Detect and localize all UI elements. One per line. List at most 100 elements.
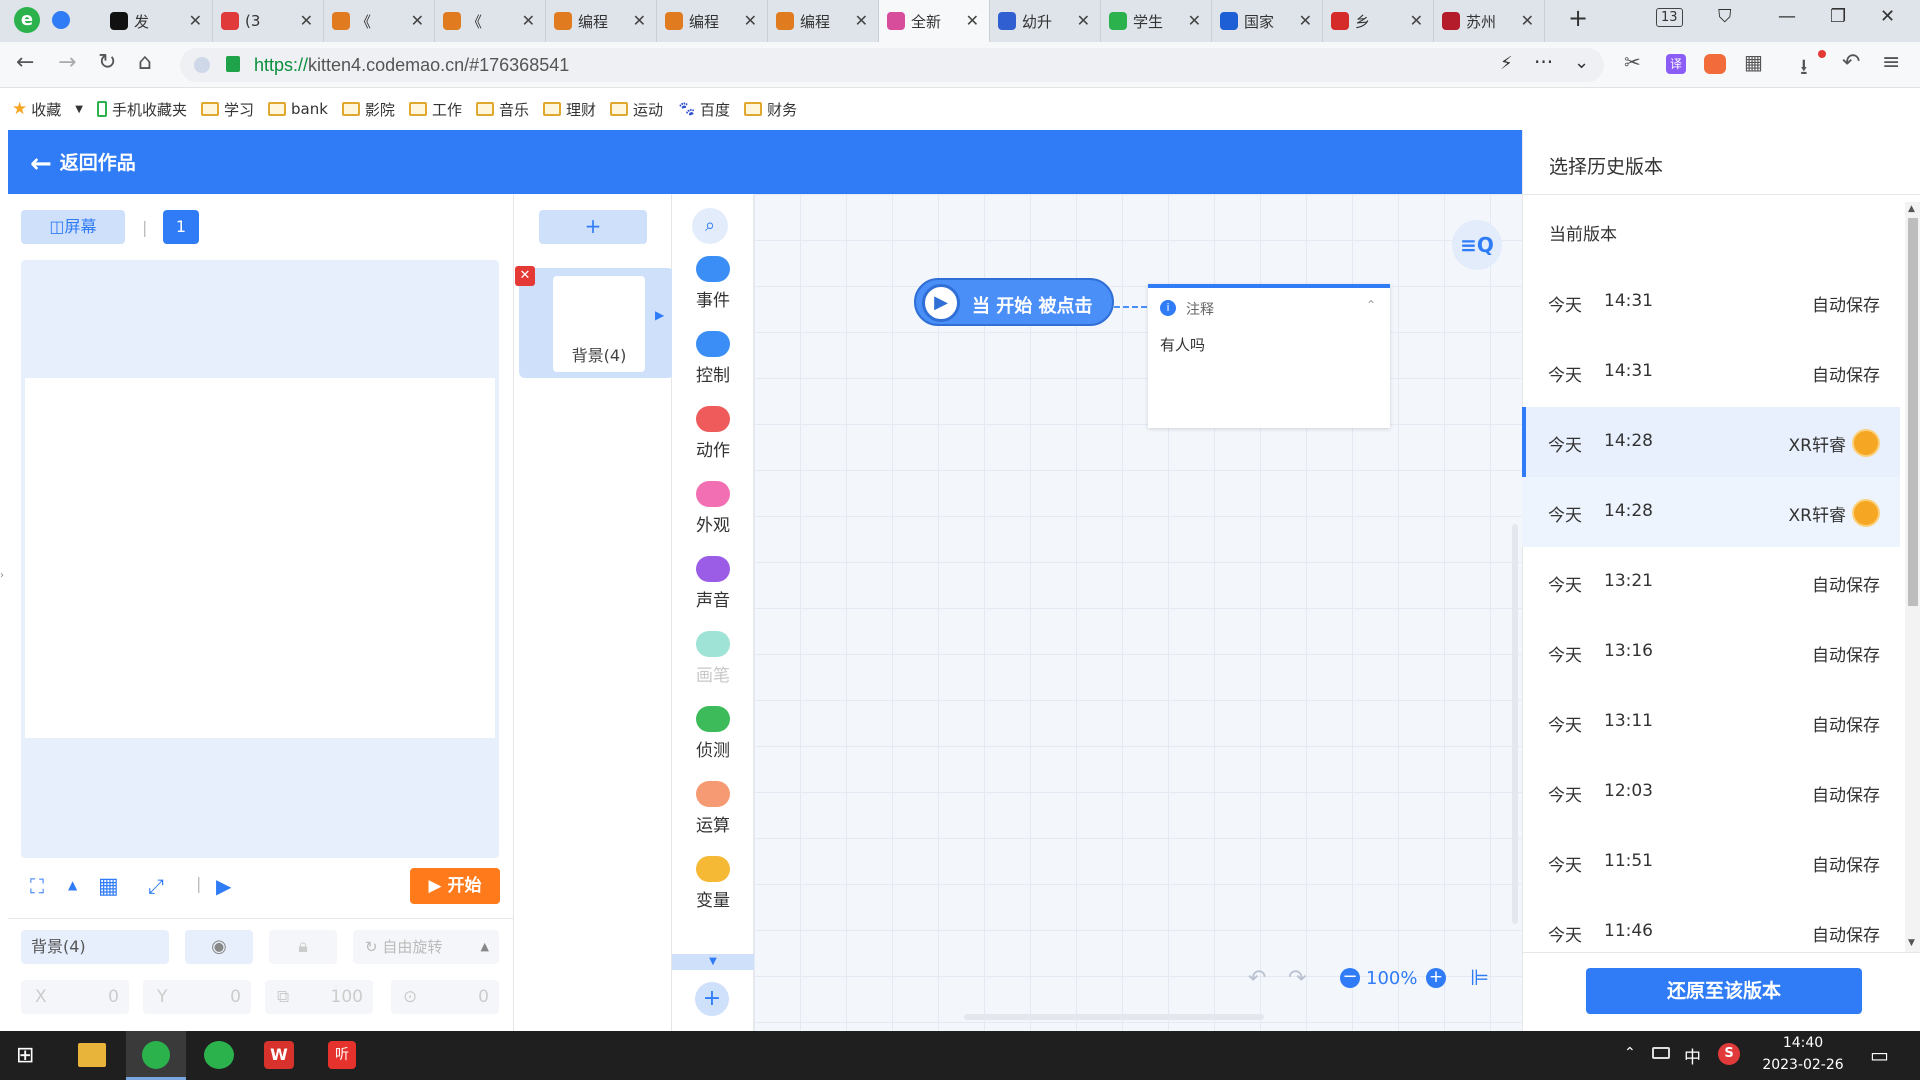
browser-tab[interactable]: 学生 ✕ [1101, 0, 1212, 42]
vertical-scrollbar[interactable] [1512, 524, 1518, 924]
tab-close-icon[interactable]: ✕ [1410, 11, 1423, 30]
bookmark-item[interactable]: 理财 [542, 99, 596, 120]
download-icon[interactable]: ⭳ [1800, 50, 1808, 88]
version-item[interactable]: 今天 14:31 自动保存 [1522, 337, 1900, 407]
tab-close-icon[interactable]: ✕ [1077, 11, 1090, 30]
browser-tab[interactable]: (3 ✕ [213, 0, 324, 42]
start-event-block[interactable]: ▶ 当 开始 被点击 [914, 278, 1114, 326]
category-item[interactable]: 运算 [672, 781, 754, 836]
screen-button[interactable]: ◫屏幕 [21, 210, 125, 244]
x-field[interactable]: X0 [21, 980, 129, 1014]
restore-version-button[interactable]: 还原至该版本 [1586, 968, 1862, 1014]
bookmark-item[interactable]: 学习 [200, 99, 254, 120]
horizontal-scrollbar[interactable] [964, 1014, 1264, 1020]
tab-close-icon[interactable]: ✕ [744, 11, 757, 30]
code-workspace[interactable]: ▶ 当 开始 被点击 i 注释 ⌃ 有人吗 ≡Q ↶ ↷ − 100% + ⊫ [754, 194, 1522, 1031]
tab-close-icon[interactable]: ✕ [1521, 11, 1534, 30]
visibility-eye-icon[interactable]: ◉ [185, 930, 253, 964]
tab-close-icon[interactable]: ✕ [633, 11, 646, 30]
browser-tab[interactable]: 发 ✕ [102, 0, 213, 42]
category-item[interactable]: 控制 [672, 331, 754, 386]
tray-chevron-icon[interactable]: ⌃ [1624, 1045, 1636, 1061]
forward-icon[interactable]: → [58, 50, 76, 75]
category-item[interactable]: 声音 [672, 556, 754, 611]
tab-count-badge[interactable]: 13 [1656, 8, 1683, 27]
search-icon[interactable]: ⌕ [692, 208, 728, 244]
category-item[interactable]: 外观 [672, 481, 754, 536]
bookmark-item[interactable]: 财务 [744, 99, 797, 120]
apps-icon[interactable]: ▦ [1744, 50, 1763, 74]
reload-icon[interactable]: ↻ [98, 50, 116, 75]
version-item[interactable]: 今天 14:31 自动保存 [1522, 267, 1900, 337]
tab-close-icon[interactable]: ✕ [300, 11, 313, 30]
comment-card[interactable]: i 注释 ⌃ 有人吗 [1148, 284, 1390, 428]
clock-date[interactable]: 2023-02-26 [1758, 1057, 1848, 1073]
tab-close-icon[interactable]: ✕ [522, 11, 535, 30]
browser-tab[interactable]: 《 ✕ [435, 0, 546, 42]
add-sprite-button[interactable]: + [539, 210, 647, 244]
history-scrollbar[interactable]: ▲ ▼ [1905, 202, 1920, 952]
delete-icon[interactable]: ✕ [515, 266, 535, 286]
category-item[interactable]: 侦测 [672, 706, 754, 761]
more-icon[interactable]: ··· [1534, 50, 1553, 74]
sogou-icon[interactable]: S [1718, 1043, 1740, 1065]
tab-close-icon[interactable]: ✕ [189, 11, 202, 30]
collapse-handle[interactable]: › [0, 570, 4, 582]
lock-toggle-icon[interactable]: 🔒︎ [269, 930, 337, 964]
triangle-up-icon[interactable]: ▲ [68, 878, 77, 892]
tab-close-icon[interactable]: ✕ [1188, 11, 1201, 30]
version-item[interactable]: 今天 14:28 XR轩睿 [1522, 407, 1900, 477]
screen-number-tab[interactable]: 1 [163, 210, 199, 244]
undo-icon[interactable]: ↶ [1842, 50, 1860, 75]
windows-start-icon[interactable]: ⊞ [16, 1043, 34, 1068]
scrollbar-thumb[interactable] [1908, 218, 1918, 606]
version-item[interactable]: 今天 13:11 自动保存 [1522, 687, 1900, 757]
category-item[interactable]: 动作 [672, 406, 754, 461]
bookmark-item[interactable]: ★ 收藏 ▼ [12, 99, 83, 120]
shirt-icon[interactable]: ⛉ [1718, 6, 1732, 27]
background-thumbnail[interactable]: 背景(4) ▶ [519, 268, 674, 378]
notification-icon[interactable]: ▭ [1870, 1043, 1889, 1067]
sprite-name-field[interactable]: 背景(4) [21, 930, 169, 964]
comment-body[interactable]: 有人吗 [1160, 334, 1205, 355]
back-to-works-link[interactable]: ← 返回作品 [30, 148, 136, 179]
tab-close-icon[interactable]: ✕ [966, 11, 979, 30]
ime-indicator[interactable]: 中 [1684, 1043, 1701, 1068]
wps-icon[interactable]: W [264, 1041, 294, 1069]
category-item[interactable]: 画笔 [672, 631, 754, 686]
close-window-button[interactable]: ✕ [1880, 6, 1895, 27]
ting-app-icon[interactable]: 听 [328, 1041, 356, 1069]
clock-time[interactable]: 14:40 [1758, 1035, 1848, 1051]
scroll-down-icon[interactable]: ▼ [1908, 938, 1915, 948]
tab-close-icon[interactable]: ✕ [1299, 11, 1312, 30]
scroll-down-indicator[interactable]: ▼ [672, 954, 754, 970]
url-field[interactable]: https://kitten4.codemao.cn/#176368541 ⚡ … [180, 48, 1604, 82]
zoom-out-button[interactable]: − [1340, 968, 1360, 988]
menu-icon[interactable]: ≡ [1882, 50, 1900, 75]
bookmark-item[interactable]: 音乐 [475, 99, 529, 120]
battery-icon[interactable] [1652, 1047, 1670, 1059]
back-icon[interactable]: ← [16, 50, 34, 75]
tab-close-icon[interactable]: ✕ [855, 11, 868, 30]
undo-icon[interactable]: ↶ [1248, 966, 1266, 991]
game-icon[interactable] [1704, 54, 1726, 74]
home-icon[interactable]: ⌂ [138, 50, 152, 75]
align-blocks-icon[interactable]: ⊫ [1470, 966, 1489, 991]
version-item[interactable]: 今天 13:21 自动保存 [1522, 547, 1900, 617]
zoom-in-button[interactable]: + [1426, 968, 1446, 988]
browser-tab[interactable]: 《 ✕ [324, 0, 435, 42]
browser-tab[interactable]: 编程 ✕ [657, 0, 768, 42]
translate-icon[interactable]: 译 [1666, 54, 1686, 74]
bookmark-item[interactable]: 🐾︎ 百度 [677, 99, 730, 120]
add-extension-button[interactable]: + [695, 982, 729, 1016]
tab-close-icon[interactable]: ✕ [411, 11, 424, 30]
scroll-up-icon[interactable]: ▲ [1908, 204, 1915, 214]
bookmark-item[interactable]: 影院 [341, 99, 395, 120]
size-field[interactable]: ⧉ 100 [265, 980, 373, 1014]
fullscreen-icon[interactable]: ⤢ [148, 874, 164, 898]
browser-tab[interactable]: 乡 ✕ [1323, 0, 1434, 42]
grid-icon[interactable]: ▦ [98, 874, 119, 899]
new-tab-button[interactable]: + [1568, 4, 1588, 32]
bookmark-item[interactable]: 运动 [609, 99, 663, 120]
browser-taskbar-item[interactable] [126, 1031, 186, 1080]
